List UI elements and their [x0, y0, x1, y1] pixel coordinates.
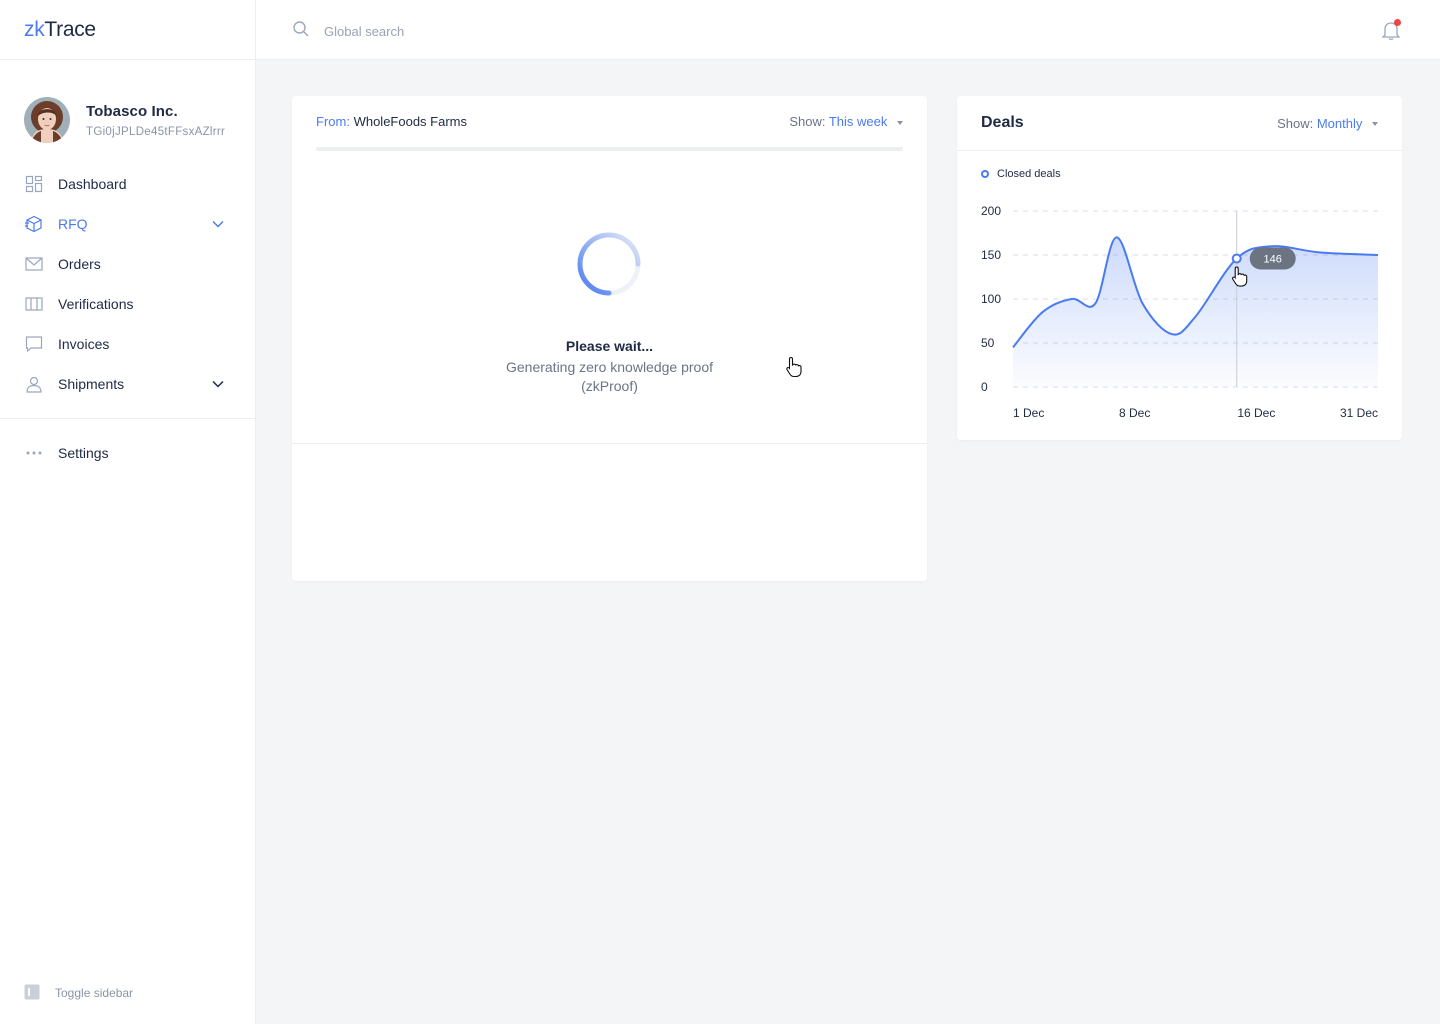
sidebar-item-verifications[interactable]: Verifications: [0, 284, 255, 324]
show-value: This week: [828, 114, 888, 129]
sidebar: zk Trace Tobasco Inc. TGi0jJPLDe45tFFsxAZ…: [0, 0, 256, 1024]
app-logo[interactable]: zk Trace: [0, 0, 255, 60]
logo-suffix: Trace: [44, 17, 96, 41]
show-label: Show:: [789, 114, 826, 129]
columns-icon: [24, 294, 44, 314]
sidebar-item-label: Orders: [58, 256, 101, 272]
chevron-down-icon[interactable]: [211, 217, 225, 231]
sidebar-item-label: Invoices: [58, 336, 110, 352]
x-tick-label: 8 Dec: [1119, 406, 1150, 420]
user-icon: [24, 374, 44, 394]
toggle-sidebar-button[interactable]: Toggle sidebar: [24, 984, 133, 1002]
global-search: [292, 20, 624, 43]
company-name: Tobasco Inc.: [86, 102, 178, 120]
area-fill: [1013, 237, 1378, 387]
sidebar-item-label: Settings: [58, 445, 109, 461]
toggle-sidebar-label: Toggle sidebar: [55, 986, 134, 1000]
sidebar-divider: [0, 418, 255, 419]
mail-icon: [24, 254, 44, 274]
wait-subtitle: Generating zero knowledge proof (zkProof…: [505, 359, 714, 394]
grid-icon: [24, 174, 44, 194]
notifications-button[interactable]: [1380, 19, 1402, 41]
sidebar-item-label: Dashboard: [58, 176, 127, 192]
from-filter: From: WholeFoods Farms: [316, 114, 467, 129]
search-input[interactable]: [324, 24, 624, 39]
y-tick-label: 200: [981, 204, 1001, 218]
proof-card: From: WholeFoods Farms Show: This week P…: [292, 96, 927, 581]
card-divider: [292, 443, 927, 444]
wallet-address: TGi0jJPLDe45tFFsxAZlrrr: [86, 125, 226, 138]
y-tick-label: 100: [981, 292, 1001, 306]
sidebar-item-label: RFQ: [58, 216, 88, 232]
sidebar-toggle-icon: [24, 984, 42, 1002]
x-tick-label: 1 Dec: [1013, 406, 1044, 420]
from-value: WholeFoods Farms: [353, 114, 467, 129]
x-tick-label: 16 Dec: [1237, 406, 1275, 420]
notification-dot: [1394, 19, 1401, 26]
sidebar-item-orders[interactable]: Orders: [0, 244, 255, 284]
sidebar-item-label: Shipments: [58, 376, 125, 392]
sidebar-item-rfq[interactable]: RFQ: [0, 204, 255, 244]
sidebar-item-invoices[interactable]: Invoices: [0, 324, 255, 364]
hand-cursor-icon: [785, 356, 803, 383]
progress-bar: [316, 147, 903, 151]
sidebar-item-settings[interactable]: Settings: [0, 433, 255, 473]
chat-icon: [24, 334, 44, 354]
y-tick-label: 50: [981, 336, 995, 350]
logo-prefix: zk: [24, 17, 45, 41]
search-icon: [292, 20, 310, 43]
from-label: From:: [316, 114, 350, 129]
y-tick-label: 150: [981, 248, 1001, 262]
profile[interactable]: Tobasco Inc. TGi0jJPLDe45tFFsxAZlrrr: [0, 60, 255, 156]
box-icon: [24, 214, 44, 234]
y-tick-label: 0: [981, 380, 988, 394]
period-dropdown[interactable]: Show: This week: [789, 114, 903, 129]
sidebar-item-shipments[interactable]: Shipments: [0, 364, 255, 404]
caret-down-icon: [897, 120, 903, 125]
sidebar-item-label: Verifications: [58, 296, 134, 312]
tooltip-value: 146: [1264, 254, 1282, 266]
chevron-down-icon[interactable]: [211, 377, 225, 391]
avatar: [24, 97, 70, 143]
topbar: [256, 0, 1440, 60]
more-icon: [24, 443, 44, 463]
sidebar-item-dashboard[interactable]: Dashboard: [0, 164, 255, 204]
deals-card: Deals Show: Monthly Closed deals 0 50 100 1…: [957, 96, 1402, 440]
wait-title: Please wait...: [565, 338, 654, 354]
deals-chart[interactable]: 0 50 100 150 200 1 Dec 8 Dec 16 Dec 31 Dec 146: [957, 96, 1402, 440]
x-tick-label: 31 Dec: [1340, 406, 1378, 420]
sidebar-nav: Dashboard RFQ Orders Verifications Invoi…: [0, 164, 255, 404]
loading-spinner-icon: [576, 231, 642, 297]
highlight-point: [1231, 253, 1242, 264]
